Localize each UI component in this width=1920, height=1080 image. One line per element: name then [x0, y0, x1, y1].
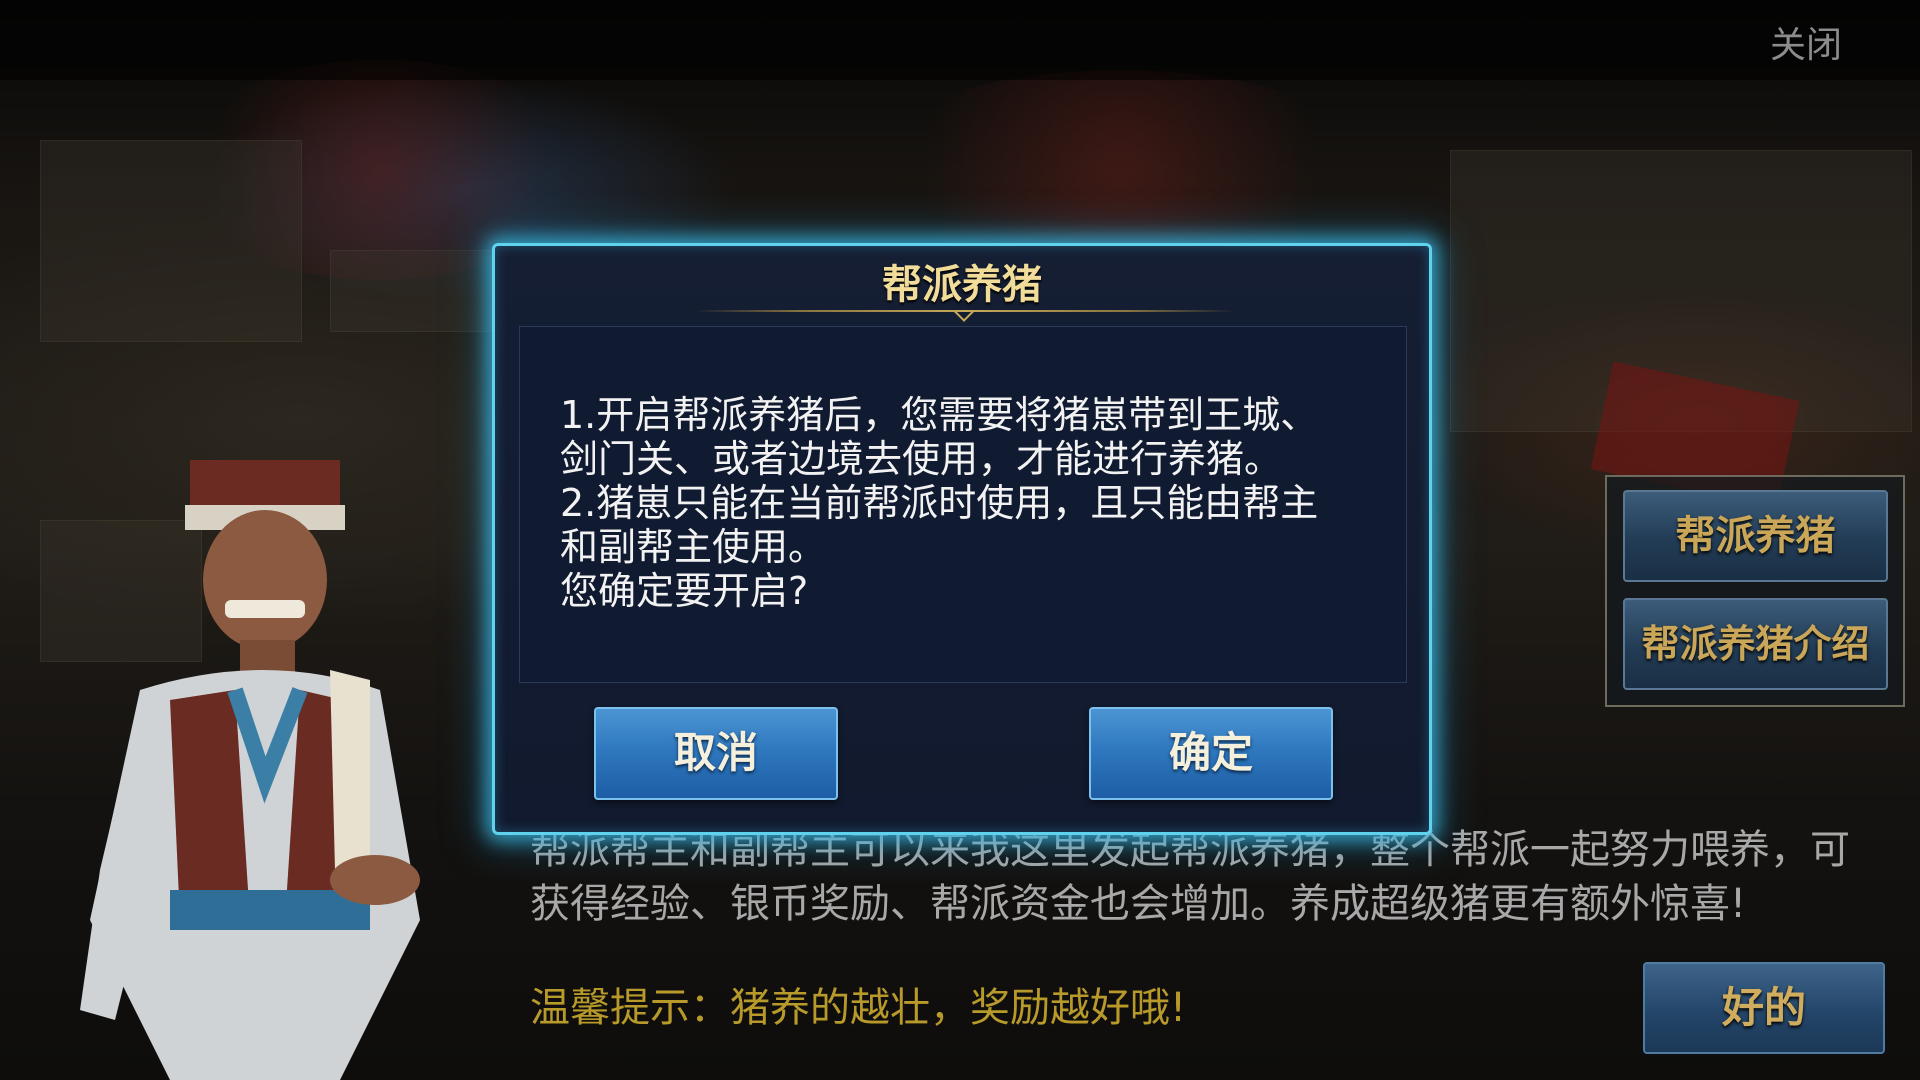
dialog-message-line: 2.猪崽只能在当前帮派时使用，且只能由帮主: [560, 481, 1319, 525]
side-menu-pig-farming-intro-button[interactable]: 帮派养猪介绍: [1623, 598, 1888, 690]
npc-teeth: [225, 600, 305, 618]
side-menu-pig-farming-button[interactable]: 帮派养猪: [1623, 490, 1888, 582]
confirm-button[interactable]: 确定: [1089, 707, 1333, 800]
npc-right-hand: [330, 855, 420, 905]
npc-towel: [330, 670, 370, 880]
top-shade: [0, 0, 1920, 80]
scene-tree: [860, 70, 1380, 270]
scene-building: [40, 140, 302, 342]
dialog-message: 1.开启帮派养猪后，您需要将猪崽带到王城、 剑门关、或者边境去使用，才能进行养猪…: [560, 393, 1380, 613]
npc-tip-text: 温馨提示：猪养的越壮，奖励越好哦!: [530, 985, 1187, 1031]
npc-belt: [170, 890, 370, 930]
dialog-content-box: 1.开启帮派养猪后，您需要将猪崽带到王城、 剑门关、或者边境去使用，才能进行养猪…: [519, 326, 1407, 683]
dialog-message-line: 您确定要开启?: [560, 569, 809, 613]
npc-character: [80, 460, 420, 1080]
npc-dialog-line: 获得经验、银币奖励、帮派资金也会增加。养成超级猪更有额外惊喜!: [530, 881, 1747, 927]
cancel-button[interactable]: 取消: [594, 707, 838, 800]
close-button[interactable]: 关闭: [1770, 16, 1842, 68]
npc-dialog-text: 帮派帮主和副帮主可以来我这里发起帮派养猪，整个帮派一起努力喂养，可 获得经验、银…: [530, 823, 1880, 931]
dialog-message-line: 1.开启帮派养猪后，您需要将猪崽带到王城、: [560, 393, 1319, 437]
npc-head: [203, 510, 327, 650]
dialog-message-line: 剑门关、或者边境去使用，才能进行养猪。: [560, 437, 1283, 481]
dialog-title: 帮派养猪: [882, 261, 1042, 308]
scene-building: [330, 250, 492, 332]
confirm-dialog: 帮派养猪 1.开启帮派养猪后，您需要将猪崽带到王城、 剑门关、或者边境去使用，才…: [492, 243, 1432, 835]
ok-button[interactable]: 好的: [1643, 962, 1885, 1054]
dialog-message-line: 和副帮主使用。: [560, 525, 827, 569]
